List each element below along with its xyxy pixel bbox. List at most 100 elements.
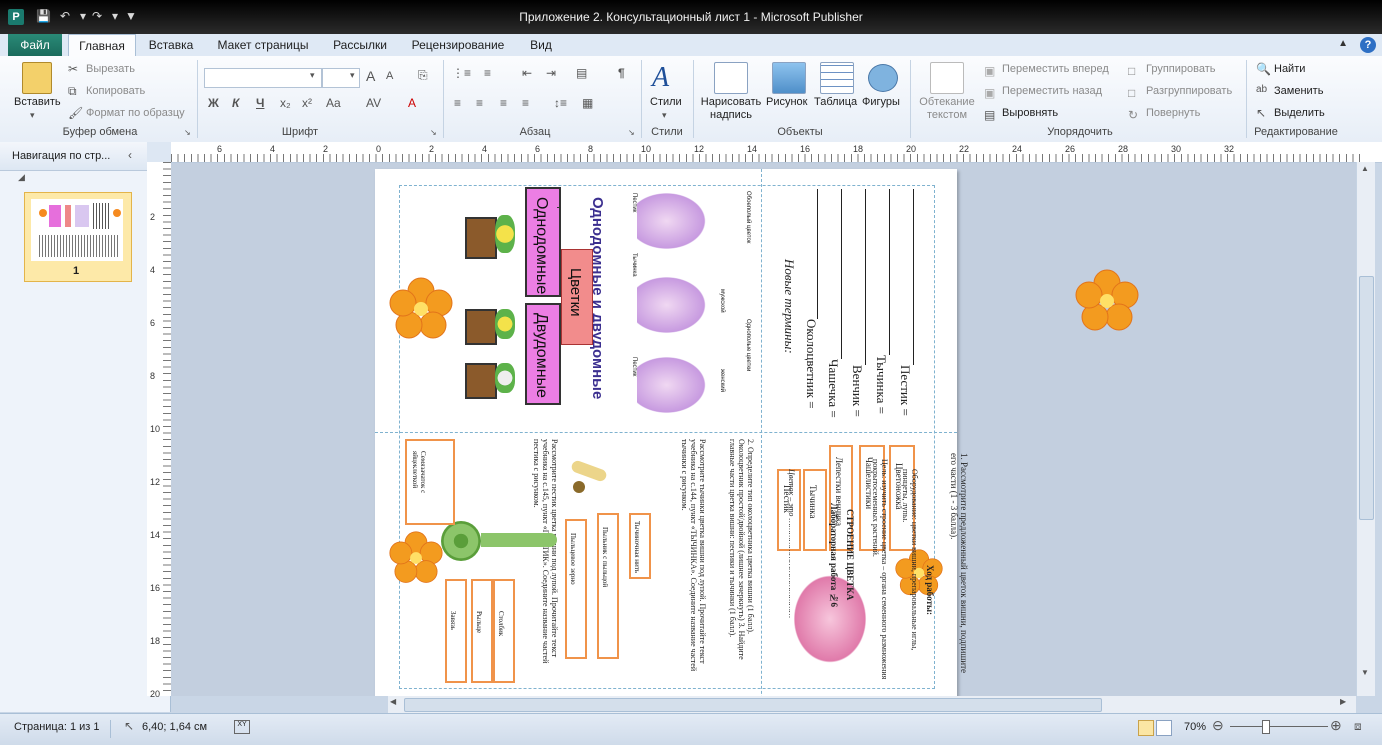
ungroup-icon[interactable]: □ — [1128, 86, 1135, 100]
align-right-icon[interactable]: ≡ — [500, 96, 507, 110]
bring-forward-icon[interactable]: ▣ — [984, 64, 995, 78]
vertical-ruler[interactable]: 2 4 6 8 10 12 14 16 18 20 — [147, 162, 172, 699]
fit-page-icon[interactable]: ⧈ — [1354, 719, 1362, 734]
tab-view[interactable]: Вид — [522, 34, 560, 56]
group-icon[interactable]: □ — [1128, 64, 1135, 78]
show-marks-icon[interactable]: ¶ — [618, 66, 625, 80]
send-backward-icon[interactable]: ▣ — [984, 86, 995, 100]
italic-button[interactable]: К — [232, 96, 239, 110]
grow-font-icon[interactable]: A — [366, 68, 375, 84]
table-button[interactable]: Таблица — [814, 96, 857, 108]
find-icon[interactable]: 🔍 — [1256, 62, 1271, 76]
vertical-scrollbar[interactable]: ▲ ▼ — [1356, 162, 1375, 696]
horizontal-scroll-thumb[interactable] — [404, 698, 1102, 712]
page-count-status[interactable]: Страница: 1 из 1 — [14, 721, 100, 733]
font-name-dropdown-icon[interactable]: ▾ — [310, 70, 315, 81]
zoom-slider-track[interactable] — [1230, 726, 1328, 727]
select-button[interactable]: Выделить — [1274, 107, 1325, 119]
picture-button[interactable]: Рисунок — [766, 96, 808, 108]
pistil-part-box[interactable]: Рыльце — [471, 579, 493, 683]
expand-triangle-icon[interactable]: ◢ — [18, 172, 25, 183]
tab-file[interactable]: Файл — [8, 34, 62, 56]
cut-icon[interactable]: ✂ — [68, 62, 78, 76]
horizontal-scrollbar[interactable]: ◀ ▶ — [388, 696, 1356, 713]
mono-box[interactable]: Однодомные — [525, 187, 561, 297]
paste-icon[interactable] — [22, 62, 52, 94]
styles-dropdown-icon[interactable]: ▾ — [662, 110, 667, 121]
subscript-button[interactable]: x₂ — [280, 96, 291, 110]
scroll-up-icon[interactable]: ▲ — [1361, 164, 1369, 173]
font-launcher-icon[interactable]: ↘ — [430, 128, 437, 137]
scroll-down-icon[interactable]: ▼ — [1361, 668, 1369, 677]
ovule-label-box[interactable]: Семязачаток с яйцеклеткой — [405, 439, 455, 525]
draw-text-box-button[interactable]: Нарисовать надпись — [698, 96, 764, 122]
copy-button[interactable]: Копировать — [86, 85, 145, 97]
character-spacing-icon[interactable]: AV — [366, 96, 381, 110]
tab-insert[interactable]: Вставка — [140, 34, 202, 56]
justify-icon[interactable]: ≡ — [522, 96, 529, 110]
tab-home[interactable]: Главная — [68, 34, 136, 57]
scroll-right-icon[interactable]: ▶ — [1340, 697, 1346, 706]
shrink-font-icon[interactable]: A — [386, 70, 393, 82]
draw-text-box-icon[interactable] — [714, 62, 748, 94]
clipboard-launcher-icon[interactable]: ↘ — [184, 128, 191, 137]
line-spacing-icon[interactable]: ↕≡ — [554, 96, 567, 110]
stamen-part-box[interactable]: Пыльник с пыльцой — [597, 513, 619, 659]
rotate-icon[interactable]: ↻ — [1128, 108, 1138, 122]
find-button[interactable]: Найти — [1274, 63, 1305, 75]
flowers-box[interactable]: Цветки — [561, 249, 593, 345]
zoom-slider-thumb[interactable] — [1262, 720, 1270, 734]
increase-indent-icon[interactable]: ⇥ — [546, 66, 556, 80]
rotate-button[interactable]: Повернуть — [1146, 107, 1200, 119]
page-thumbnail[interactable]: 1 — [24, 192, 132, 282]
zoom-level[interactable]: 70% — [1184, 721, 1206, 733]
cut-button[interactable]: Вырезать — [86, 63, 135, 75]
minimize-ribbon-icon[interactable]: ▲ — [1338, 38, 1348, 49]
tab-mailings[interactable]: Рассылки — [326, 34, 394, 56]
vertical-scroll-thumb[interactable] — [1359, 276, 1374, 520]
align-button[interactable]: Выровнять — [1002, 107, 1058, 119]
picture-icon[interactable] — [772, 62, 806, 94]
decrease-indent-icon[interactable]: ⇤ — [522, 66, 532, 80]
zoom-in-icon[interactable]: ⊕ — [1330, 717, 1342, 734]
pistil-part-box[interactable]: Завязь — [445, 579, 467, 683]
superscript-button[interactable]: x² — [302, 96, 312, 110]
group-button[interactable]: Группировать — [1146, 63, 1216, 75]
font-color-icon[interactable]: A — [408, 96, 416, 110]
shapes-button[interactable]: Фигуры — [862, 96, 900, 108]
columns-icon[interactable]: ▤ — [576, 66, 587, 80]
replace-button[interactable]: Заменить — [1274, 85, 1323, 97]
two-page-view-icon[interactable] — [1156, 720, 1172, 736]
align-icon[interactable]: ▤ — [984, 108, 995, 122]
select-icon[interactable]: ↖ — [1256, 106, 1266, 120]
pistil-part-box[interactable]: Столбик — [493, 579, 515, 683]
bullets-icon[interactable]: ⋮≡ — [452, 66, 471, 80]
table-icon[interactable] — [820, 62, 854, 94]
zoom-out-icon[interactable]: ⊖ — [1212, 717, 1224, 734]
copy-icon[interactable]: ⧉ — [68, 84, 77, 99]
underline-button[interactable]: Ч — [256, 96, 264, 110]
change-case-button[interactable]: Aa — [326, 96, 341, 110]
font-size-dropdown-icon[interactable]: ▾ — [350, 70, 355, 81]
align-center-icon[interactable]: ≡ — [476, 96, 483, 110]
font-name-combo[interactable] — [204, 68, 322, 88]
numbering-icon[interactable]: ≡ — [484, 66, 491, 80]
horizontal-ruler[interactable]: 6 4 2 0 2 4 6 8 10 12 14 16 18 20 22 24 26 28 30 32 — [171, 142, 1382, 163]
stamen-part-box[interactable]: Тычиночная нить — [629, 513, 651, 579]
align-left-icon[interactable]: ≡ — [454, 96, 461, 110]
collapse-pane-icon[interactable]: ‹ — [128, 148, 132, 162]
part-label-box[interactable]: Тычинка — [803, 469, 827, 551]
paragraph-launcher-icon[interactable]: ↘ — [628, 128, 635, 137]
publication-page[interactable]: Однодомные и двудомные Однодомные Цветки… — [375, 169, 1139, 696]
format-painter-icon[interactable]: 🖌 — [68, 106, 83, 120]
wrap-text-button[interactable]: Обтекание текстом — [916, 96, 978, 122]
clear-format-icon[interactable]: ⎘ — [418, 68, 428, 83]
bold-button[interactable]: Ж — [208, 96, 219, 110]
scroll-left-icon[interactable]: ◀ — [390, 697, 396, 706]
dio-box[interactable]: Двудомные — [525, 303, 561, 405]
send-backward-button[interactable]: Переместить назад — [1002, 85, 1102, 97]
wrap-text-icon[interactable] — [930, 62, 964, 94]
tab-page-design[interactable]: Макет страницы — [210, 34, 316, 56]
stamen-part-box[interactable]: Пыльцевое зерно — [565, 519, 587, 659]
ungroup-button[interactable]: Разгруппировать — [1146, 85, 1232, 97]
